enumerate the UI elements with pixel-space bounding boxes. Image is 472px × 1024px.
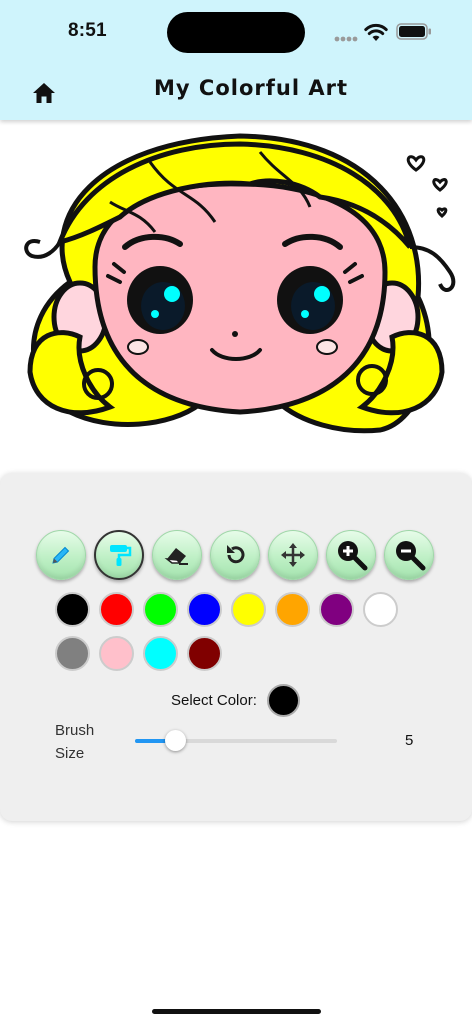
brush-size-label: Brush Size <box>55 722 95 762</box>
current-color-button[interactable] <box>267 684 300 717</box>
select-color-label: Select Color: <box>171 692 257 709</box>
page-title: My Colorful Art <box>154 76 348 100</box>
battery-icon <box>396 23 431 40</box>
tool-panel: Select Color: Brush Size 5 <box>0 473 472 821</box>
swatch-green[interactable] <box>143 592 178 627</box>
status-time: 8:51 <box>68 20 107 41</box>
swatch-purple[interactable] <box>319 592 354 627</box>
fill-tool[interactable] <box>94 530 144 580</box>
eraser-icon <box>164 548 188 565</box>
swatch-black[interactable] <box>55 592 90 627</box>
swatch-gray[interactable] <box>55 636 90 671</box>
drawing-canvas[interactable] <box>0 122 472 452</box>
swatch-white[interactable] <box>363 592 398 627</box>
swatch-yellow[interactable] <box>231 592 266 627</box>
undo-icon <box>227 545 245 564</box>
home-indicator <box>152 1009 321 1014</box>
signal-icon <box>334 36 358 42</box>
pencil-icon <box>52 546 70 564</box>
pencil-tool[interactable] <box>36 530 86 580</box>
swatch-orange[interactable] <box>275 592 310 627</box>
zoom-out-tool[interactable] <box>384 530 434 580</box>
swatch-blue[interactable] <box>187 592 222 627</box>
brush-size-slider-thumb[interactable] <box>164 730 186 751</box>
zoom-in-tool[interactable] <box>326 530 376 580</box>
undo-tool[interactable] <box>210 530 260 580</box>
swatch-cyan[interactable] <box>143 636 178 671</box>
girl-face-drawing <box>24 133 456 434</box>
zoom-in-icon <box>338 541 368 571</box>
move-tool[interactable] <box>268 530 318 580</box>
paint-roller-icon <box>110 545 132 566</box>
eraser-tool[interactable] <box>152 530 202 580</box>
wifi-icon <box>364 23 388 41</box>
swatch-pink[interactable] <box>99 636 134 671</box>
swatch-maroon[interactable] <box>187 636 222 671</box>
move-arrows-icon <box>281 543 305 567</box>
swatch-red[interactable] <box>99 592 134 627</box>
brush-size-value: 5 <box>405 732 414 749</box>
zoom-out-icon <box>396 541 426 571</box>
dynamic-island <box>167 12 305 53</box>
app-header: 8:51 My Colorful Art <box>0 0 472 120</box>
